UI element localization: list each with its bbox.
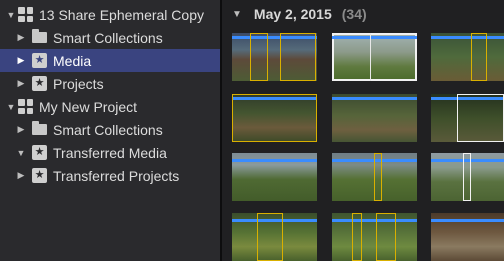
clip-count: (34) — [341, 6, 367, 22]
star-event-icon: ★ — [32, 168, 47, 183]
date-group-header: ▼ May 2, 2015 (34) — [222, 0, 504, 28]
sidebar-item-label: Smart Collections — [53, 29, 163, 46]
disclosure-collapsed-icon[interactable]: ▶ — [14, 124, 28, 135]
clip-thumbnail[interactable] — [431, 94, 504, 142]
sidebar-item-label: Transferred Media — [53, 144, 167, 161]
clip-thumbnail[interactable] — [232, 213, 317, 261]
clip-thumbnail[interactable] — [332, 33, 417, 81]
clip-thumbnail[interactable] — [332, 94, 417, 142]
sidebar-item-label: Media — [53, 52, 92, 69]
disclosure-collapsed-icon[interactable]: ▶ — [14, 170, 28, 181]
sidebar-item-projects[interactable]: ▶ ★ Projects — [0, 72, 234, 95]
sidebar-item-label: My New Project — [39, 98, 138, 115]
disclosure-expanded-icon[interactable]: ▼ — [4, 102, 18, 112]
star-event-icon: ★ — [32, 53, 47, 68]
clip-thumbnail[interactable] — [332, 213, 417, 261]
sidebar-item-label: Smart Collections — [53, 121, 163, 138]
library-icon — [18, 99, 33, 114]
date-group-label: May 2, 2015 — [253, 6, 332, 22]
folder-icon — [32, 121, 47, 135]
library-sidebar: ▼ 13 Share Ephemeral Copy ▶ Smart Collec… — [0, 0, 234, 261]
clip-thumbnail[interactable] — [431, 213, 504, 261]
star-event-icon: ★ — [32, 145, 47, 160]
disclosure-expanded-icon[interactable]: ▼ — [232, 9, 242, 20]
sidebar-item-transferred-media[interactable]: ▼ ★ Transferred Media — [0, 141, 234, 164]
folder-icon — [32, 29, 47, 43]
sidebar-item-13-share-ephemeral-copy[interactable]: ▼ 13 Share Ephemeral Copy — [0, 3, 224, 26]
disclosure-collapsed-icon[interactable]: ▶ — [14, 55, 28, 66]
disclosure-collapsed-icon[interactable]: ▶ — [14, 32, 28, 43]
sidebar-item-smart-collections[interactable]: ▶ Smart Collections — [0, 26, 234, 49]
sidebar-item-label: Transferred Projects — [53, 167, 180, 184]
clip-thumbnail[interactable] — [431, 153, 504, 201]
clip-thumbnail[interactable] — [431, 33, 504, 81]
sidebar-item-transferred-projects[interactable]: ▶ ★ Transferred Projects — [0, 164, 234, 187]
clip-thumbnail[interactable] — [332, 153, 417, 201]
library-icon — [18, 7, 33, 22]
clip-thumbnail[interactable] — [232, 153, 317, 201]
sidebar-item-label: Projects — [53, 75, 104, 92]
clip-browser: ▼ May 2, 2015 (34) — [222, 0, 504, 261]
sidebar-item-media[interactable]: ▶ ★ Media — [0, 49, 234, 72]
clip-thumbnail[interactable] — [232, 94, 317, 142]
disclosure-expanded-icon[interactable]: ▼ — [4, 10, 18, 20]
sidebar-item-my-new-project[interactable]: ▼ My New Project — [0, 95, 224, 118]
star-event-icon: ★ — [32, 76, 47, 91]
sidebar-item-label: 13 Share Ephemeral Copy — [39, 6, 204, 23]
clip-thumbnail[interactable] — [232, 33, 317, 81]
disclosure-expanded-icon[interactable]: ▼ — [14, 148, 28, 158]
disclosure-collapsed-icon[interactable]: ▶ — [14, 78, 28, 89]
sidebar-item-smart-collections[interactable]: ▶ Smart Collections — [0, 118, 234, 141]
